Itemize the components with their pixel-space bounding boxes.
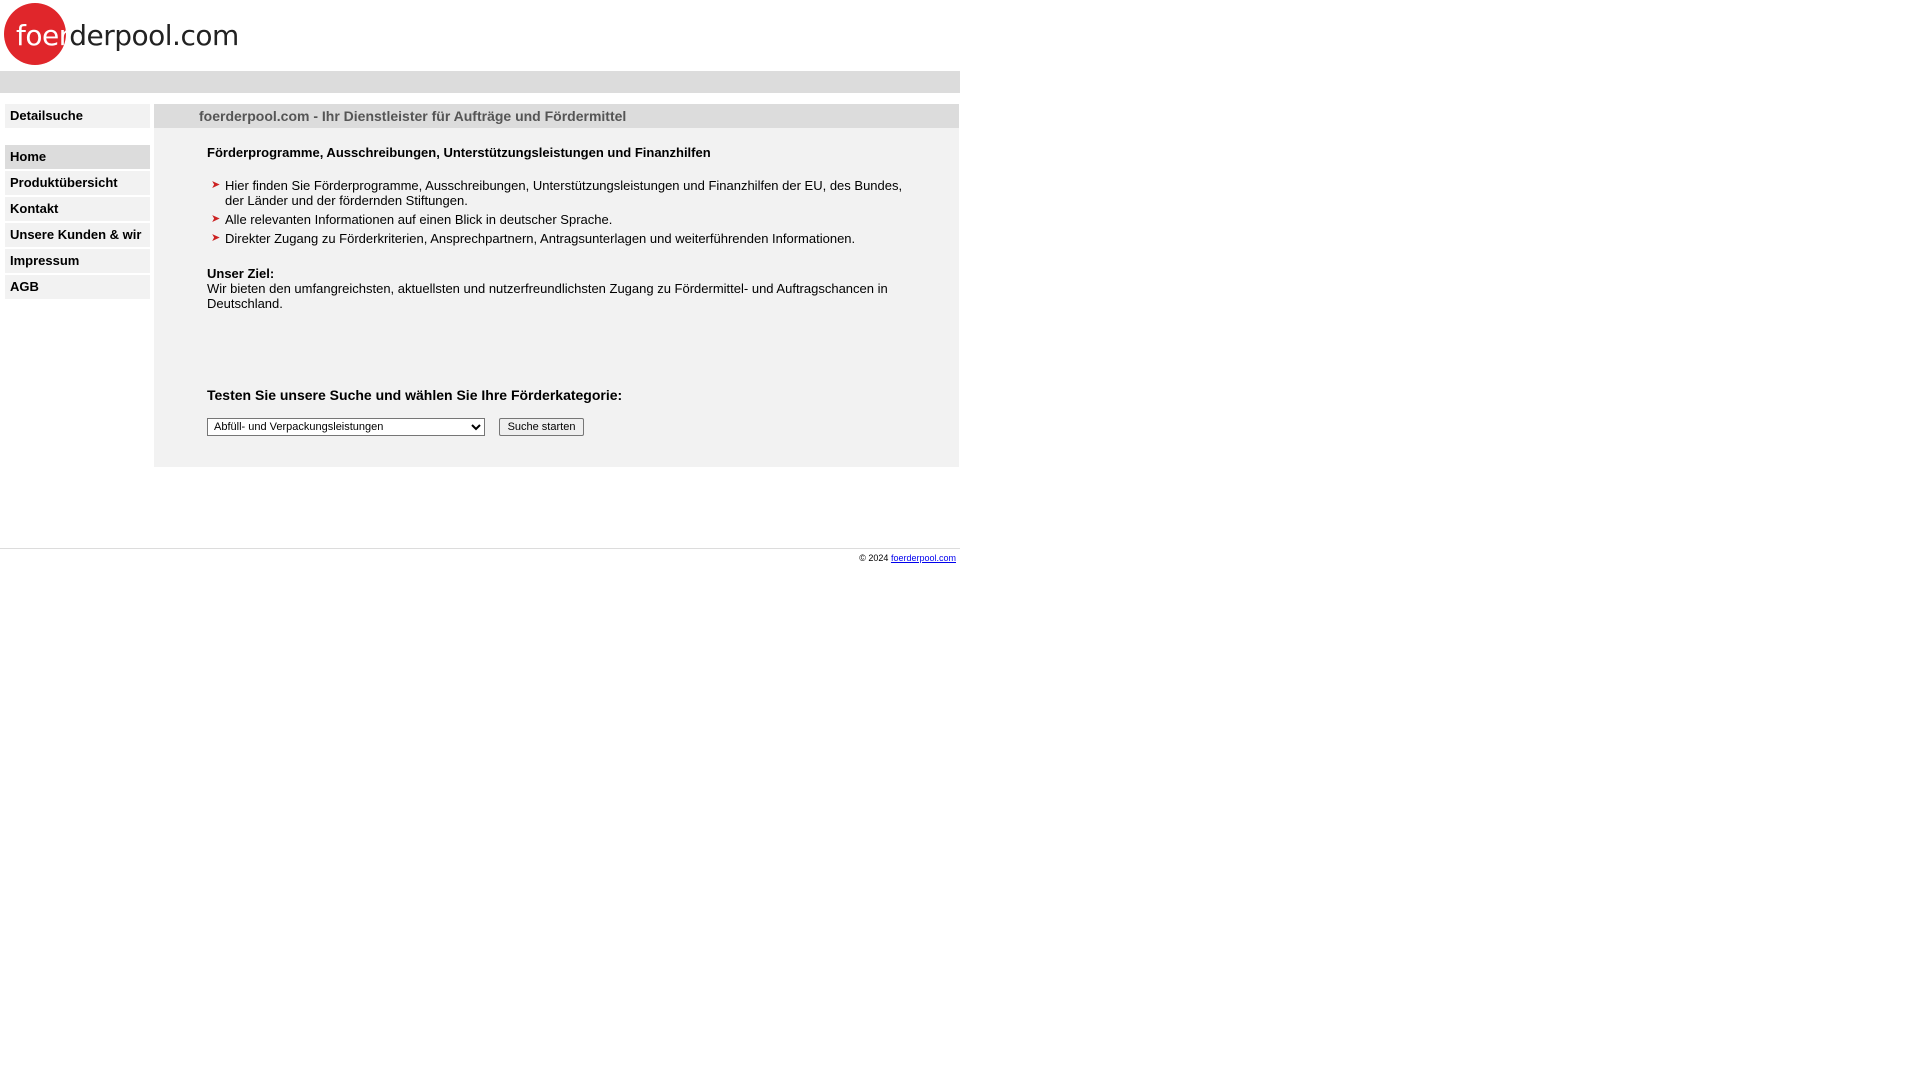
- sidebar-item-impressum[interactable]: Impressum: [5, 249, 150, 273]
- list-item: ➤ Direkter Zugang zu Förderkriterien, An…: [207, 231, 907, 246]
- logo-text-dark: derpool.com: [69, 19, 239, 52]
- list-item: ➤ Alle relevanten Informationen auf eine…: [207, 212, 907, 227]
- footer-link[interactable]: foerderpool.com: [891, 553, 956, 563]
- logo-text-white: foer: [16, 19, 70, 52]
- list-item-text: Hier finden Sie Förderprogramme, Ausschr…: [225, 178, 903, 208]
- sidebar-item-agb[interactable]: AGB: [5, 275, 150, 299]
- search-heading: Testen Sie unsere Suche und wählen Sie I…: [207, 387, 623, 403]
- search-button[interactable]: Suche starten: [499, 418, 584, 436]
- footer-divider: [0, 548, 960, 549]
- sidebar-item-kontakt[interactable]: Kontakt: [5, 197, 150, 221]
- logo-text: foerderpool.com: [16, 19, 239, 53]
- page: foerderpool.com Detailsuche Home Produkt…: [0, 0, 1920, 1080]
- header-bar: [0, 71, 960, 93]
- arrow-right-icon: ➤: [211, 213, 221, 225]
- sidebar-item-produktuebersicht[interactable]: Produktübersicht: [5, 171, 150, 195]
- goal-title: Unser Ziel:: [207, 266, 275, 281]
- list-item-text: Direkter Zugang zu Förderkriterien, Ansp…: [225, 231, 856, 246]
- arrow-right-icon: ➤: [211, 232, 221, 244]
- page-title: foerderpool.com - Ihr Dienstleister für …: [199, 108, 627, 124]
- category-select[interactable]: Abfüll- und Verpackungsleistungen: [207, 418, 485, 436]
- footer: © 2024 foerderpool.com: [859, 553, 956, 564]
- footer-copyright: © 2024: [859, 553, 889, 563]
- sidebar-item-home[interactable]: Home: [5, 145, 150, 169]
- list-item-text: Alle relevanten Informationen auf einen …: [225, 212, 613, 227]
- list-item: ➤ Hier finden Sie Förderprogramme, Aussc…: [207, 178, 907, 208]
- sidebar-item-kunden[interactable]: Unsere Kunden & wir: [5, 223, 150, 247]
- content-heading: Förderprogramme, Ausschreibungen, Unters…: [207, 145, 711, 160]
- sidebar-item-detailsuche[interactable]: Detailsuche: [5, 104, 150, 128]
- goal-text: Wir bieten den umfangreichsten, aktuells…: [207, 281, 888, 311]
- arrow-right-icon: ➤: [211, 179, 221, 191]
- site-logo[interactable]: foerderpool.com: [4, 3, 239, 67]
